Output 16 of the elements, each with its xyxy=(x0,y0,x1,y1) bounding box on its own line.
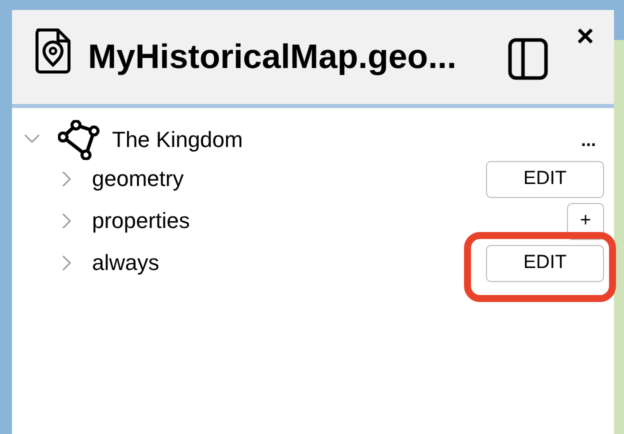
chevron-right-icon[interactable] xyxy=(62,255,72,271)
sidebar-toggle-icon[interactable] xyxy=(508,38,548,80)
edit-button[interactable]: EDIT xyxy=(486,160,604,198)
property-name[interactable]: geometry xyxy=(92,166,486,192)
chevron-right-icon[interactable] xyxy=(62,171,72,187)
edit-button[interactable]: EDIT xyxy=(486,244,604,282)
close-button[interactable]: × xyxy=(576,22,594,52)
polygon-icon xyxy=(58,120,100,160)
property-name[interactable]: properties xyxy=(92,208,567,234)
feature-name[interactable]: The Kingdom xyxy=(112,127,581,153)
chevron-down-icon[interactable] xyxy=(24,134,40,144)
more-menu[interactable]: ... xyxy=(580,130,596,150)
property-name[interactable]: always xyxy=(92,250,486,276)
panel-title: MyHistoricalMap.geo... xyxy=(88,38,458,77)
map-file-icon xyxy=(34,28,72,74)
chevron-right-icon[interactable] xyxy=(62,213,72,229)
